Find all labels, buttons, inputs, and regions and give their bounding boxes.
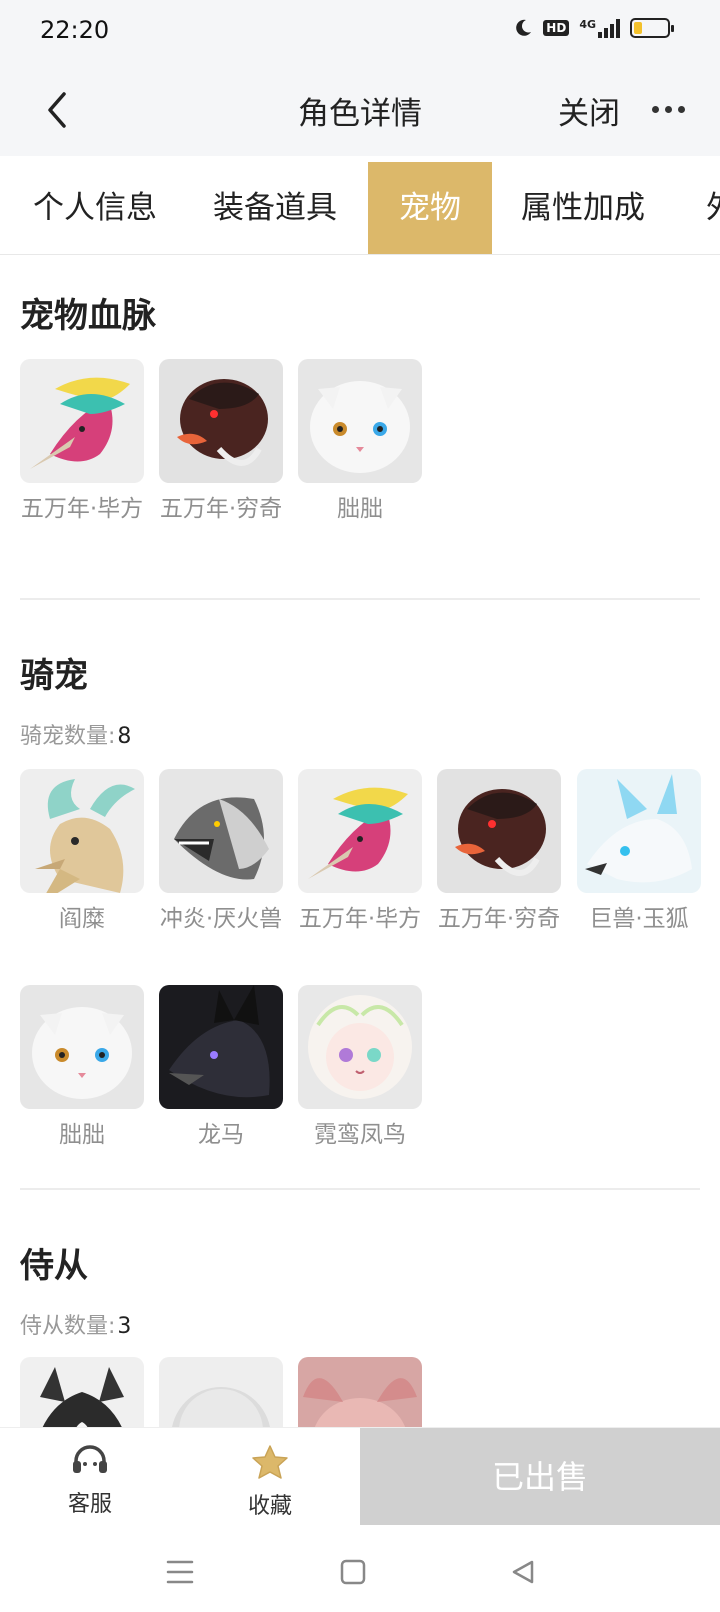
menu-icon[interactable] [166, 1559, 194, 1585]
tab-attributes[interactable]: 属性加成 [508, 162, 658, 254]
deer-avatar-icon [20, 769, 144, 893]
status-time: 22:20 [40, 16, 110, 44]
headset-icon [73, 1445, 107, 1473]
mount-pet-name: 巨兽·玉狐 [589, 906, 689, 932]
mount-count-value: 8 [117, 724, 132, 749]
favorite-button[interactable]: 收藏 [210, 1428, 330, 1526]
bloodline-pet-item[interactable]: 五万年·毕方 [20, 359, 144, 527]
mount-pet-name: 龙马 [198, 1122, 244, 1148]
tab-personal-info[interactable]: 个人信息 [20, 162, 170, 254]
battery-level [634, 22, 642, 34]
mount-pet-item[interactable]: 冲炎·厌火兽 [159, 769, 283, 937]
qiongqi-avatar-icon [159, 359, 283, 483]
status-icons: HD 4G [513, 18, 674, 38]
mount-pet-item[interactable]: 五万年·穷奇 [437, 769, 561, 937]
mount-pet-item[interactable]: 霓鸾凤鸟 [298, 985, 422, 1153]
mount-pet-name: 阎糜 [59, 906, 105, 932]
mount-pet-item[interactable]: 巨兽·玉狐 [577, 769, 701, 937]
customer-service-button[interactable]: 客服 [30, 1428, 150, 1526]
close-button[interactable]: 关闭 [558, 88, 620, 133]
mount-count: 骑宠数量:8 [20, 718, 131, 750]
dragon-horse-avatar-icon [159, 985, 283, 1109]
mount-pet-item[interactable]: 阎糜 [20, 769, 144, 937]
more-icon[interactable] [652, 106, 685, 113]
hd-badge: HD [543, 20, 570, 36]
nav-bar: 角色详情 关闭 [0, 66, 720, 156]
mount-pet-item[interactable]: 龙马 [159, 985, 283, 1153]
section-title-attendants: 侍从 [20, 1246, 88, 1286]
signal-icon [598, 18, 620, 38]
sold-button[interactable]: 已出售 [360, 1428, 720, 1526]
home-icon[interactable] [340, 1559, 366, 1585]
network-label: 4G [579, 18, 596, 31]
mount-pet-name: 冲炎·厌火兽 [159, 906, 283, 932]
mount-count-label: 骑宠数量: [20, 724, 116, 749]
bloodline-pet-name: 五万年·穷奇 [159, 496, 283, 522]
customer-service-label: 客服 [67, 1492, 112, 1517]
tab-pets[interactable]: 宠物 [368, 162, 492, 254]
section-title-bloodline: 宠物血脉 [20, 296, 156, 336]
bloodline-pet-name: 五万年·毕方 [20, 496, 144, 522]
moon-icon [516, 19, 532, 36]
attendant-count: 侍从数量:3 [20, 1308, 131, 1340]
bloodline-pet-item[interactable]: 五万年·穷奇 [159, 359, 283, 527]
status-bar: 22:20 HD 4G [0, 0, 720, 66]
bottom-action-bar: 客服 收藏 已出售 [0, 1427, 720, 1526]
back-nav-icon[interactable] [510, 1559, 536, 1585]
bifang-avatar-icon [20, 359, 144, 483]
mount-pet-item[interactable]: 朏朏 [20, 985, 144, 1153]
mount-pet-item[interactable]: 五万年·毕方 [298, 769, 422, 937]
wolf-avatar-icon [159, 769, 283, 893]
bifang-avatar-icon [298, 769, 422, 893]
system-nav-bar [0, 1525, 720, 1612]
star-icon [252, 1445, 288, 1479]
bloodline-pet-name: 朏朏 [337, 496, 383, 522]
mount-pet-name: 五万年·穷奇 [437, 906, 561, 932]
tab-more[interactable]: 外 [706, 162, 720, 254]
feifei-cat-avatar-icon [298, 359, 422, 483]
mount-pet-name: 霓鸾凤鸟 [314, 1122, 406, 1148]
divider [20, 598, 700, 600]
attendant-count-label: 侍从数量: [20, 1314, 116, 1339]
fox-avatar-icon [577, 769, 701, 893]
attendant-count-value: 3 [117, 1314, 132, 1339]
phoenix-avatar-icon [298, 985, 422, 1109]
divider [20, 1188, 700, 1190]
battery-icon [630, 18, 674, 38]
bloodline-pet-item[interactable]: 朏朏 [298, 359, 422, 527]
tab-equipment[interactable]: 装备道具 [200, 162, 350, 254]
tab-bar: 个人信息 装备道具 宠物 属性加成 外 [0, 162, 720, 255]
favorite-label: 收藏 [247, 1494, 292, 1519]
qiongqi-avatar-icon [437, 769, 561, 893]
section-title-mounts: 骑宠 [20, 656, 88, 696]
mount-pet-name: 五万年·毕方 [298, 906, 422, 932]
mount-pet-name: 朏朏 [59, 1122, 105, 1148]
feifei-cat-avatar-icon [20, 985, 144, 1109]
